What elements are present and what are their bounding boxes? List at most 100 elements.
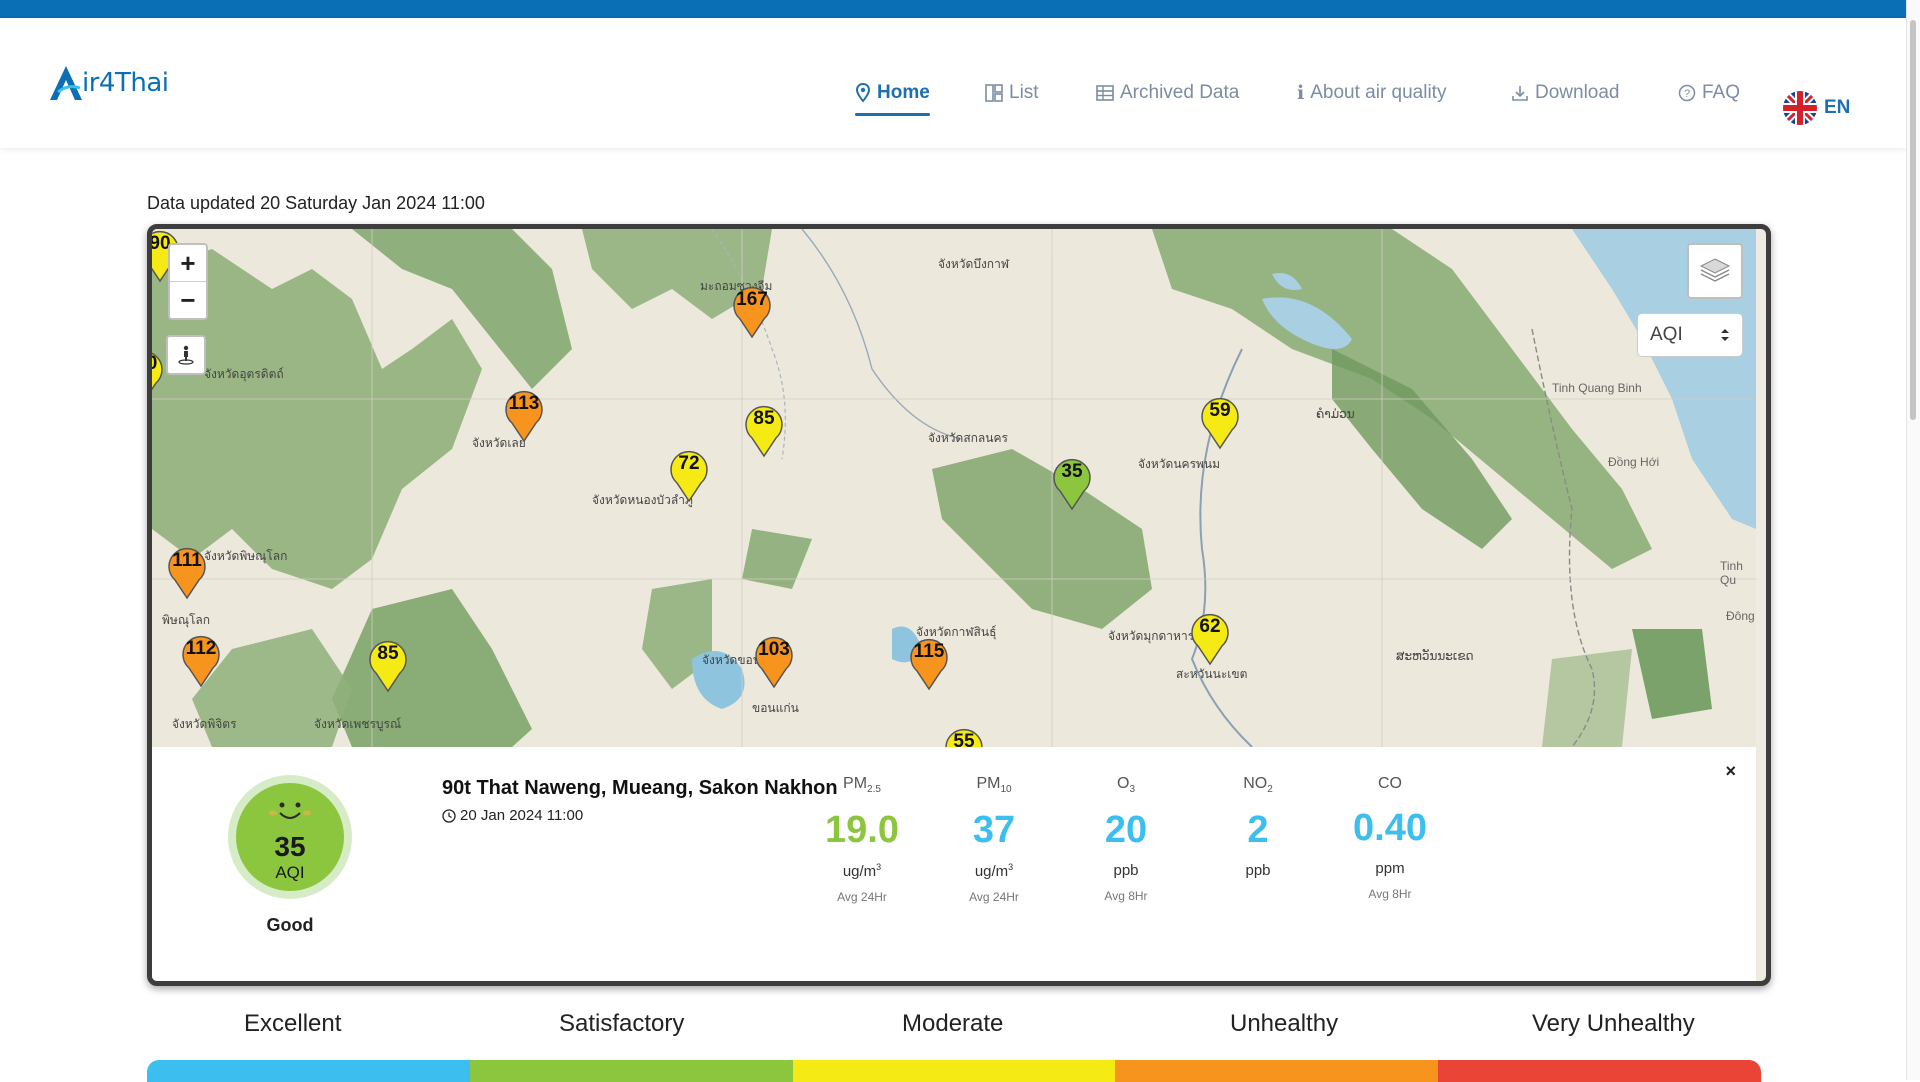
pollutant-pm10: PM10 37 ug/m3 Avg 24Hr [934,775,1054,904]
aqi-marker[interactable]: 167 [730,285,774,339]
map-place-label: Tinh Qu [1720,559,1743,587]
zoom-out-button[interactable]: − [170,281,206,318]
air4thai-logo[interactable]: ir4Thai [46,62,169,102]
info-icon: i [1297,82,1305,104]
station-name: 90t That Naweng, Mueang, Sakon Nakhon [442,777,838,799]
uk-flag-icon [1783,91,1817,125]
pollutant-value: 0.40 [1353,807,1427,849]
legend-swatch-unhealthy [1115,1060,1439,1082]
aqi-badge: 35 AQI [228,775,352,899]
pollutant-unit: ug/m3 [842,862,882,881]
legend-label-unhealthy: Unhealthy [1230,1010,1339,1037]
map-canvas[interactable]: จังหวัดบึงกาฬ มะถอมซวงจีม จังหวัดอุตรดิต… [152,229,1756,747]
aqi-marker[interactable]: 0 [152,349,166,403]
pollutant-avg: Avg 8Hr [1104,889,1148,904]
map-place-label: Tinh Quang Binh [1552,381,1642,395]
station-info-panel: × 35 AQI Good 90t That Naweng, Mueang, S… [152,747,1756,981]
map-place-label: จังหวัดเพชรบูรณ์ [314,717,402,731]
pollutant-value: 2 [1247,809,1269,852]
nav-list-label: List [1009,82,1039,103]
nav-list[interactable]: List [985,76,1039,110]
nav-archived-data-label: Archived Data [1120,82,1240,103]
legend-label-very-unhealthy: Very Unhealthy [1532,1010,1695,1037]
aqi-marker[interactable]: 59 [1198,396,1242,450]
pollutant-avg: Avg 24Hr [837,890,887,905]
aqi-marker[interactable]: 85 [366,639,410,693]
language-switch[interactable]: EN [1782,90,1850,126]
aqi-marker[interactable]: 113 [502,389,546,443]
legend-label-moderate: Moderate [902,1010,1004,1037]
nav-home[interactable]: Home [855,76,930,116]
map-place-label: สะหวันนะเขต [1176,667,1248,681]
pollutant-value: 20 [1104,809,1148,852]
aqi-marker[interactable]: 112 [179,634,223,688]
map-place-label: จังหวัดบึงกาฬ [938,257,1010,271]
legend-swatch-very-unhealthy [1438,1060,1761,1082]
page-scrollbar-thumb[interactable] [1910,20,1916,420]
pollutant-o3: O3 20 ppb Avg 8Hr [1066,775,1186,903]
locate-button[interactable] [166,335,206,375]
select-arrows-icon [1721,329,1729,341]
nav-about-air-quality-label: About air quality [1310,82,1447,103]
pollutant-name: PM2.5 [843,775,881,796]
nav-download-label: Download [1535,82,1620,103]
data-updated-text: Data updated 20 Saturday Jan 2024 11:00 [147,193,485,213]
table-icon [1096,85,1114,101]
layers-icon [1699,258,1731,282]
station-timestamp: 20 Jan 2024 11:00 [442,807,583,824]
pollutant-co: CO 0.40 ppm Avg 8Hr [1330,775,1450,901]
pollutant-name: NO2 [1243,775,1273,796]
question-icon: ? [1678,84,1696,102]
parameter-select-value: AQI [1650,324,1683,345]
close-panel-button[interactable]: × [1725,761,1736,782]
layers-button[interactable] [1687,243,1743,299]
aqi-status: Good [266,915,314,935]
aqi-marker[interactable]: 35 [1050,457,1094,511]
pollutant-unit: ppb [1245,862,1271,880]
aqi-marker[interactable]: 115 [907,637,951,691]
legend-swatch-satisfactory [469,1060,793,1082]
station-date: 20 Jan 2024 11:00 [460,807,584,824]
map-place-label: ສະຫວັນນະເຂດ [1396,649,1474,663]
pollutant-value: 37 [972,809,1016,852]
map-place-label: พิษณุโลก [162,613,211,627]
aqi-marker[interactable]: 62 [1188,612,1232,666]
nav-download[interactable]: Download [1511,76,1620,110]
clock-icon [442,808,456,823]
nav-home-label: Home [877,82,930,103]
legend-swatch-excellent [147,1060,470,1082]
map-place-label: จังหวัดพิษณุโลก [204,549,288,563]
nav-archived-data[interactable]: Archived Data [1096,76,1239,110]
aqi-marker[interactable]: 55 [942,727,986,747]
aqi-label: AQI [275,863,305,882]
map-place-label: Đồng Hới [1608,455,1660,469]
pollutant-no2: NO2 2 ppb [1198,775,1318,889]
aqi-value: 35 [274,831,306,862]
pollutant-value: 19.0 [825,809,899,852]
nav-faq[interactable]: ? FAQ [1678,76,1740,110]
svg-text:?: ? [1684,88,1690,100]
map-place-label: ຄໍາມ່ວນ [1316,407,1355,421]
pollutant-avg: Avg 8Hr [1368,887,1412,901]
aqi-marker[interactable]: 111 [165,546,209,600]
zoom-control: + − [168,243,208,320]
map-place-label: จังหวัดสกลนคร [928,431,1008,445]
map-place-label: จังหวัดอุตรดิตถ์ [204,367,284,381]
legend-label-excellent: Excellent [244,1010,342,1037]
aqi-legend-bar [147,1060,1761,1082]
aqi-marker[interactable]: 103 [752,635,796,689]
zoom-in-button[interactable]: + [170,245,206,281]
aqi-marker[interactable]: 72 [667,449,711,503]
legend-label-satisfactory: Satisfactory [559,1010,685,1037]
language-label: EN [1824,97,1851,118]
map-place-label: จังหวัดพิจิตร [172,717,237,731]
pollutant-unit: ppb [1113,862,1139,880]
map-place-label: Đông [1726,609,1755,623]
person-location-icon [178,345,194,365]
map-place-label: ขอนแก่น [752,701,799,715]
nav-about-air-quality[interactable]: i About air quality [1297,76,1446,110]
list-icon [985,84,1003,102]
top-accent-bar [0,0,1920,18]
parameter-select[interactable]: AQI [1637,313,1743,357]
aqi-marker[interactable]: 85 [742,404,786,458]
